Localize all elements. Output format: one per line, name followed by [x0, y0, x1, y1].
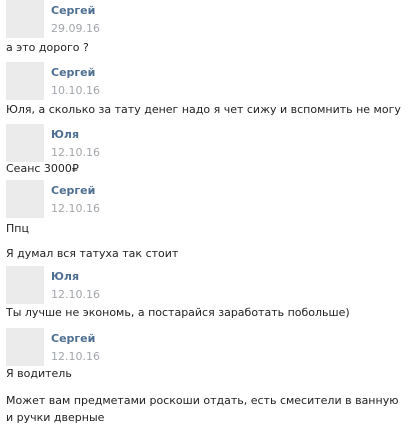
message-header: Сергей 12.10.16 — [0, 180, 414, 222]
avatar[interactable] — [6, 0, 44, 38]
message-date: 29.09.16 — [51, 22, 100, 35]
message-text: Ппц — [6, 222, 29, 235]
author-name[interactable]: Юля — [51, 270, 79, 283]
author-name[interactable]: Сергей — [51, 184, 95, 197]
message-text: Ты лучше не экономь, а постарайся зарабо… — [6, 306, 350, 319]
message-header: Сергей 12.10.16 — [0, 328, 414, 370]
message-date: 12.10.16 — [51, 288, 100, 301]
message-header: Сергей 10.10.16 — [0, 62, 414, 104]
message-text: Может вам предметами роскоши отдать, ест… — [6, 394, 399, 424]
avatar[interactable] — [6, 266, 44, 304]
avatar[interactable] — [6, 328, 44, 366]
avatar[interactable] — [6, 62, 44, 100]
message-text: Я думал вся татуха так стоит — [6, 247, 179, 260]
message-date: 12.10.16 — [51, 146, 100, 159]
avatar[interactable] — [6, 180, 44, 218]
message-header: Сергей 29.09.16 — [0, 0, 414, 42]
message-text: Юля, а сколько за тату денег надо я чет … — [6, 103, 401, 116]
author-name[interactable]: Сергей — [51, 4, 95, 17]
message-text: а это дорого ? — [6, 41, 89, 54]
message-date: 10.10.16 — [51, 84, 100, 97]
message-text: Сеанс 3000₽ — [6, 162, 79, 175]
author-name[interactable]: Юля — [51, 128, 79, 141]
message-header: Юля 12.10.16 — [0, 266, 414, 308]
message-text: Я водитель — [6, 367, 72, 380]
author-name[interactable]: Сергей — [51, 66, 95, 79]
author-name[interactable]: Сергей — [51, 332, 95, 345]
message-date: 12.10.16 — [51, 350, 100, 363]
avatar[interactable] — [6, 124, 44, 162]
message-date: 12.10.16 — [51, 202, 100, 215]
